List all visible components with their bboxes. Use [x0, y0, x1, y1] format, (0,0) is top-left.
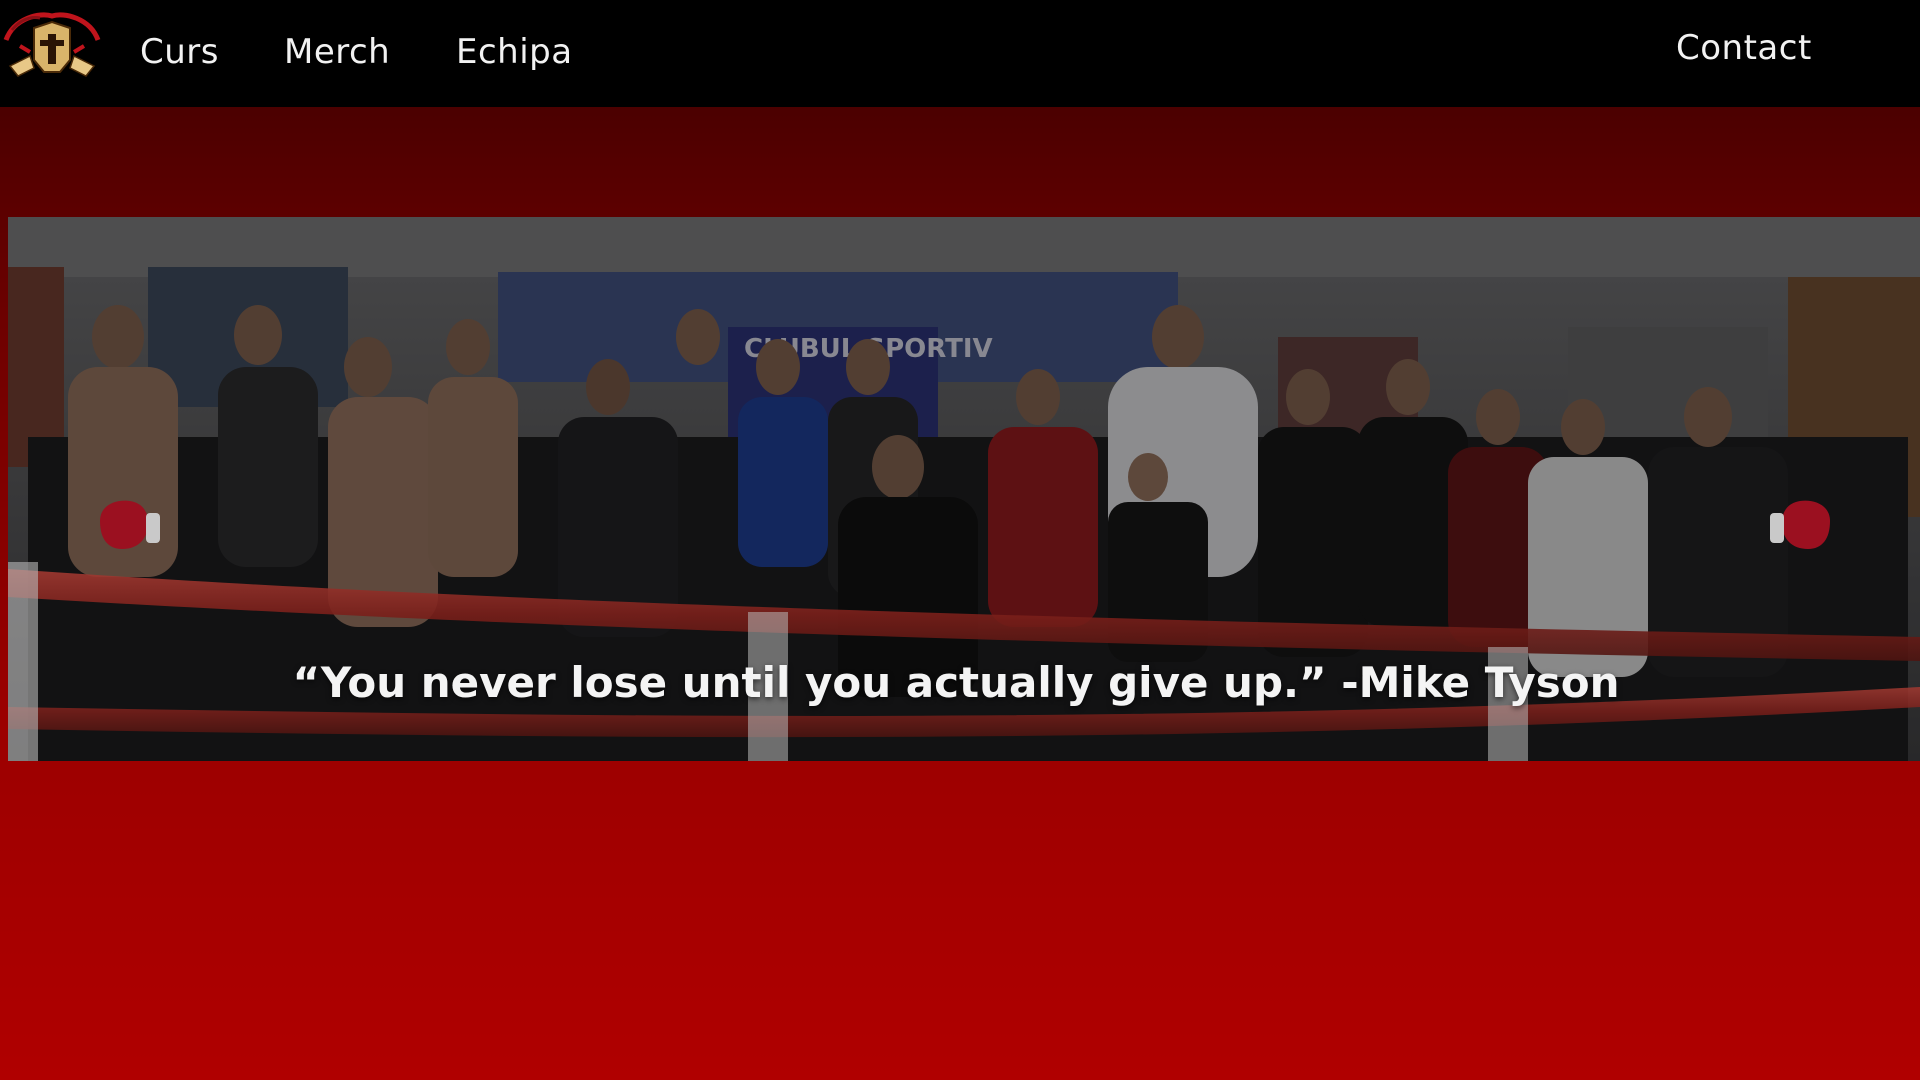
nav-link-contact[interactable]: Contact: [1676, 28, 1812, 68]
spartan-helmet-logo-icon: [3, 12, 101, 77]
nav-link-merch[interactable]: Merch: [284, 32, 390, 72]
boxing-glove-right-icon: [1770, 500, 1830, 549]
carousel-prev-button[interactable]: [94, 497, 166, 553]
boxing-glove-left-icon: [100, 500, 160, 549]
hero-quote: “You never lose until you actually give …: [292, 658, 1620, 707]
nav-link-curs[interactable]: Curs: [140, 32, 219, 72]
club-logo[interactable]: [0, 10, 104, 80]
nav-link-echipa[interactable]: Echipa: [456, 32, 573, 72]
top-navbar: Curs Merch Echipa Contact: [0, 0, 1920, 107]
carousel-next-button[interactable]: [1764, 497, 1836, 553]
